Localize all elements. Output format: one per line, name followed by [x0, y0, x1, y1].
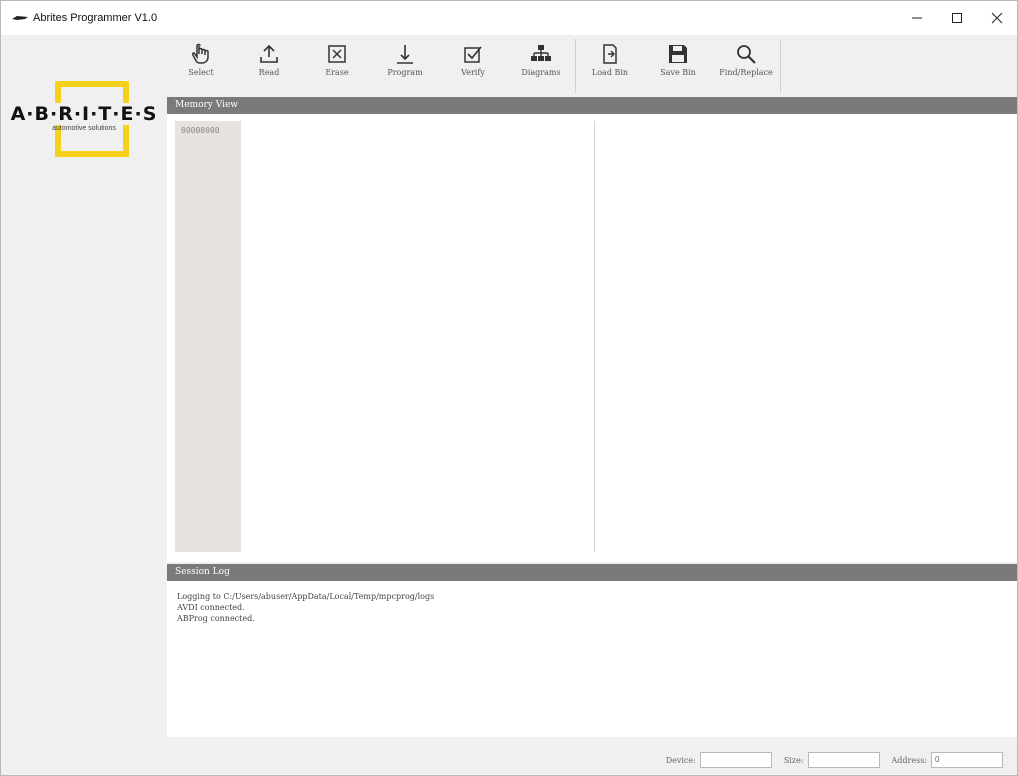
- status-bar: Device: Size: Address: 0: [167, 746, 1017, 774]
- hex-ascii-divider[interactable]: [594, 121, 595, 552]
- logo-brand: A·B·R·I·T·E·S: [9, 103, 159, 125]
- abrites-logo: A·B·R·I·T·E·S automotive solutions: [9, 81, 159, 157]
- maximize-button[interactable]: [937, 1, 977, 35]
- tool-label: Load Bin: [591, 68, 629, 77]
- close-icon: [991, 12, 1003, 24]
- close-button[interactable]: [977, 1, 1017, 35]
- session-log-header: Session Log: [167, 564, 1017, 581]
- size-label: Size:: [783, 755, 804, 765]
- logo-tagline: automotive solutions: [52, 125, 116, 132]
- erase-button[interactable]: Erase: [303, 35, 371, 95]
- tool-label: Erase: [325, 68, 349, 77]
- tool-label: Find/Replace: [719, 68, 773, 77]
- address-cell: 00000000: [181, 126, 220, 135]
- hierarchy-icon: [531, 45, 551, 61]
- minimize-icon: [912, 17, 922, 19]
- tool-label: Select: [188, 68, 214, 77]
- save-bin-button[interactable]: Save Bin: [644, 35, 712, 95]
- address-label: Address:: [891, 755, 927, 765]
- upload-icon: [260, 44, 278, 63]
- load-bin-button[interactable]: Load Bin: [576, 35, 644, 95]
- tool-label: Verify: [461, 68, 485, 77]
- memory-view-header: Memory View: [167, 97, 1017, 114]
- memory-view-panel[interactable]: 00000000: [167, 114, 1017, 562]
- floppy-disk-icon: [669, 45, 687, 63]
- diagrams-button[interactable]: Diagrams: [507, 35, 575, 95]
- session-log-panel[interactable]: Logging to C:/Users/abuser/AppData/Local…: [167, 581, 1017, 737]
- download-arrow-icon: [397, 45, 413, 64]
- checkbox-icon: [464, 46, 482, 63]
- toolbar: Select Read Erase Program Verify Diagram…: [167, 35, 1017, 95]
- minimize-button[interactable]: [897, 1, 937, 35]
- title-bar[interactable]: Abrites Programmer V1.0: [1, 1, 1017, 35]
- log-line: ABProg connected.: [177, 614, 255, 623]
- app-icon: [11, 13, 29, 23]
- magnifier-icon: [737, 45, 756, 64]
- hand-pointer-icon: [192, 43, 209, 64]
- select-button[interactable]: Select: [167, 35, 235, 95]
- app-window: Abrites Programmer V1.0 A·B·R·I·T·E·S au…: [0, 0, 1018, 776]
- erase-box-icon: [328, 45, 346, 63]
- size-field[interactable]: [807, 752, 880, 768]
- device-field[interactable]: [699, 752, 772, 768]
- log-line: Logging to C:/Users/abuser/AppData/Local…: [177, 592, 435, 601]
- log-line: AVDI connected.: [177, 603, 245, 612]
- read-button[interactable]: Read: [235, 35, 303, 95]
- left-panel: A·B·R·I·T·E·S automotive solutions: [1, 35, 167, 775]
- device-label: Device:: [665, 755, 696, 765]
- address-field[interactable]: 0: [931, 752, 1003, 768]
- maximize-icon: [952, 13, 962, 23]
- program-button[interactable]: Program: [371, 35, 439, 95]
- tool-label: Program: [387, 68, 423, 77]
- load-file-icon: [603, 44, 617, 64]
- verify-button[interactable]: Verify: [439, 35, 507, 95]
- address-column: 00000000: [175, 121, 241, 552]
- tool-label: Diagrams: [521, 68, 561, 77]
- tool-label: Read: [258, 68, 280, 77]
- find-replace-button[interactable]: Find/Replace: [712, 35, 780, 95]
- tool-label: Save Bin: [660, 68, 696, 77]
- toolbar-separator: [780, 39, 781, 93]
- window-title: Abrites Programmer V1.0: [33, 12, 158, 24]
